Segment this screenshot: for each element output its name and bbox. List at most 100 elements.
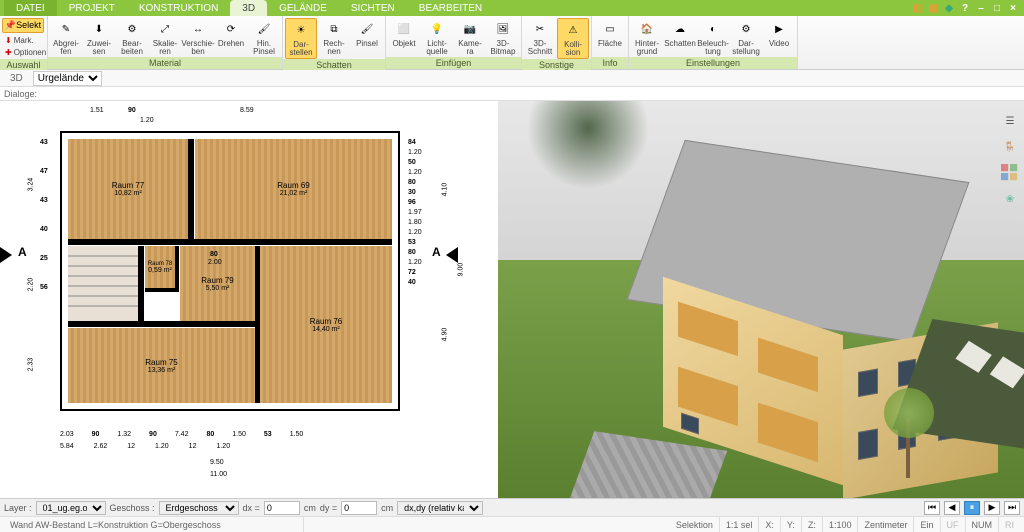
- room-name: Raum 75: [145, 358, 177, 367]
- ribbon-button[interactable]: 📷Kame-ra: [454, 18, 486, 57]
- dim: 80: [408, 179, 422, 186]
- btn-label: Skalie-ren: [153, 40, 177, 56]
- ribbon-group-einstellungen: 🏠Hinter-grund☁Schatten◐Beleuch-tung⚙Dar-…: [629, 16, 798, 69]
- dim: 40: [40, 226, 48, 233]
- plan-view[interactable]: 1.51 90 8.59 1.20 Raum 77 10,82 m² Raum …: [0, 101, 498, 498]
- status-sel: 1:1 sel: [720, 517, 760, 532]
- ribbon-button[interactable]: 🖌Pinsel: [351, 18, 383, 49]
- menu-3d[interactable]: 3D: [230, 0, 267, 16]
- ribbon-button[interactable]: ✎Abgrei-fen: [50, 18, 82, 57]
- status-y: Y:: [781, 517, 802, 532]
- optionen-button[interactable]: ✚Optionen: [1, 47, 50, 58]
- dim: 90: [92, 431, 100, 438]
- ribbon-button[interactable]: ⧉Rech-nen: [318, 18, 350, 57]
- maximize-icon[interactable]: □: [990, 1, 1004, 15]
- nav-prev-icon[interactable]: ◀: [944, 501, 960, 515]
- ribbon-button[interactable]: 💡Licht-quelle: [421, 18, 453, 57]
- lounger: [955, 341, 991, 373]
- menu-sichten[interactable]: SICHTEN: [339, 0, 407, 16]
- close-icon[interactable]: ×: [1006, 1, 1020, 15]
- staircase[interactable]: [68, 246, 138, 321]
- tool-icon: ☀: [291, 20, 311, 40]
- tool-icon[interactable]: ◧: [910, 1, 924, 15]
- btn-label: Bear-beiten: [121, 40, 143, 56]
- dx-input[interactable]: [264, 501, 300, 515]
- coord-mode-select[interactable]: dx,dy (relativ ka: [397, 501, 483, 515]
- dim: 1.51: [90, 107, 104, 114]
- tool-icon: 🖌: [254, 19, 274, 39]
- ribbon-button[interactable]: 🏠Hinter-grund: [631, 18, 663, 57]
- group-label: Material: [48, 57, 282, 69]
- ribbon-button[interactable]: ⟳Drehen: [215, 18, 247, 49]
- dim-col: 841.20501.208030961.971.801.2053801.2072…: [408, 139, 422, 286]
- ribbon-button[interactable]: ⚙Dar-stellung: [730, 18, 762, 57]
- help-icon[interactable]: ?: [958, 1, 972, 15]
- nav-next-icon[interactable]: ▶: [984, 501, 1000, 515]
- nav-first-icon[interactable]: ⏮: [924, 501, 940, 515]
- btn-label: 3D-Bitmap: [491, 40, 516, 56]
- ribbon-button[interactable]: ☀Dar-stellen: [285, 18, 317, 59]
- dim: 2.00: [208, 259, 222, 266]
- btn-label: Zuwei-sen: [87, 40, 111, 56]
- ribbon-button[interactable]: ⬇Zuwei-sen: [83, 18, 115, 57]
- mark-button[interactable]: ⬇Mark.: [1, 35, 38, 46]
- ribbon-button[interactable]: 🖼3D-Bitmap: [487, 18, 519, 57]
- ribbon-button[interactable]: ☁Schatten: [664, 18, 696, 49]
- ribbon-button[interactable]: ✂3D-Schnitt: [524, 18, 556, 57]
- menu-projekt[interactable]: PROJEKT: [57, 0, 127, 16]
- ribbon-button[interactable]: ⬜Objekt: [388, 18, 420, 49]
- ribbon-button[interactable]: ▭Fläche: [594, 18, 626, 49]
- menu-bearbeiten[interactable]: BEARBEITEN: [407, 0, 494, 16]
- btn-label: Rech-nen: [323, 40, 344, 56]
- work-area: 1.51 90 8.59 1.20 Raum 77 10,82 m² Raum …: [0, 101, 1024, 498]
- dim: 96: [408, 199, 422, 206]
- minimize-icon[interactable]: –: [974, 1, 988, 15]
- menu-datei[interactable]: DATEI: [4, 0, 57, 16]
- view-tab[interactable]: 3D: [4, 73, 29, 84]
- room[interactable]: Raum 76 14,40 m²: [260, 246, 392, 403]
- geschoss-select[interactable]: Erdgeschoss: [159, 501, 239, 515]
- tool-icon: ⬇: [89, 19, 109, 39]
- plants-icon[interactable]: ❀: [1000, 189, 1020, 209]
- nav-last-icon[interactable]: ⏭: [1004, 501, 1020, 515]
- room-name: Raum 77: [112, 181, 144, 190]
- tool-icon: 💡: [427, 19, 447, 39]
- tool-icon[interactable]: ▦: [926, 1, 940, 15]
- furniture-icon[interactable]: 🪑: [1000, 137, 1020, 157]
- terrain-select[interactable]: Urgelände: [33, 71, 102, 86]
- layer-select[interactable]: 01_ug.eg.og: [36, 501, 106, 515]
- status-bar: Wand AW-Bestand L=Konstruktion G=Oberges…: [0, 516, 1024, 532]
- ribbon-button[interactable]: ⚠Kolli-sion: [557, 18, 589, 59]
- ribbon-button[interactable]: ◐Beleuch-tung: [697, 18, 729, 57]
- room-name: Raum 79: [201, 276, 233, 285]
- dim: 53: [264, 431, 272, 438]
- room[interactable]: Raum 75 13,36 m²: [68, 328, 255, 403]
- room[interactable]: Raum 77 10,82 m²: [68, 139, 188, 239]
- btn-label: Kame-ra: [458, 40, 482, 56]
- nav-pause-icon[interactable]: ⏸: [964, 501, 980, 515]
- sub-toolbar: 3D Urgelände: [0, 70, 1024, 87]
- ribbon-button[interactable]: ⤢Skalie-ren: [149, 18, 181, 57]
- dim: 1.20: [408, 149, 422, 156]
- ribbon-button[interactable]: ▶Video: [763, 18, 795, 49]
- materials-icon[interactable]: [1000, 163, 1020, 183]
- room[interactable]: Raum 69 21,02 m²: [195, 139, 392, 239]
- room[interactable]: Raum 78 0,59 m²: [145, 246, 175, 288]
- tool-icon: ✂: [530, 19, 550, 39]
- render-view[interactable]: ☰ 🪑 ❀: [498, 101, 1024, 498]
- menu-konstruktion[interactable]: KONSTRUKTION: [127, 0, 230, 16]
- menu-gelaende[interactable]: GELÄNDE: [267, 0, 339, 16]
- dy-input[interactable]: [341, 501, 377, 515]
- dim: 50: [408, 159, 422, 166]
- ribbon-button[interactable]: 🖌Hin.Pinsel: [248, 18, 280, 57]
- ribbon-button[interactable]: ↔Verschie-ben: [182, 18, 214, 57]
- status-unit: Zentimeter: [858, 517, 914, 532]
- tool-icon[interactable]: ◆: [942, 1, 956, 15]
- unit-label: cm: [304, 503, 316, 513]
- layers-icon[interactable]: ☰: [1000, 111, 1020, 131]
- btn-label: Schatten: [664, 40, 696, 48]
- selekt-button[interactable]: 📌Selekt: [2, 18, 44, 33]
- dim: 53: [408, 239, 422, 246]
- bottom-bar: Layer : 01_ug.eg.og Geschoss : Erdgescho…: [0, 498, 1024, 516]
- ribbon-button[interactable]: ⚙Bear-beiten: [116, 18, 148, 57]
